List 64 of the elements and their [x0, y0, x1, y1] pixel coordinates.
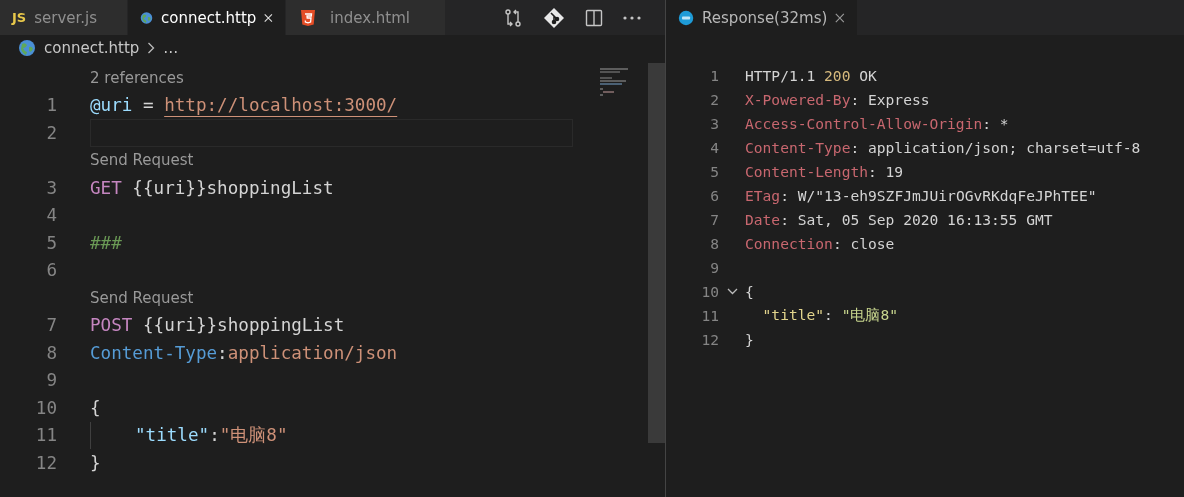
- close-icon[interactable]: [835, 11, 845, 24]
- scrollbar[interactable]: [648, 63, 665, 443]
- code-line: {: [90, 397, 101, 418]
- line-number: 9: [710, 258, 719, 276]
- file-type-label: JS: [12, 10, 27, 25]
- line-number: 10: [701, 282, 719, 300]
- chevron-right-icon: [147, 42, 156, 54]
- line-number: 1: [46, 95, 57, 116]
- code-line: "title":"电脑8": [135, 424, 288, 448]
- line-number: 2: [46, 122, 57, 143]
- line-number: 5: [46, 232, 57, 253]
- line-number: 7: [46, 315, 57, 336]
- breadcrumb-item[interactable]: …: [163, 39, 179, 57]
- line-number: 1: [710, 66, 719, 84]
- code-line: Date: Sat, 05 Sep 2020 16:13:55 GMT: [745, 210, 1053, 228]
- line-number: 12: [35, 452, 57, 473]
- codelens-link[interactable]: Send Request: [90, 288, 194, 307]
- git-icon[interactable]: [543, 6, 565, 29]
- globe-icon: [18, 39, 36, 57]
- code-line: {: [745, 282, 754, 300]
- code-line: GET {{uri}}shoppingList: [90, 177, 334, 198]
- line-number: 4: [46, 205, 57, 226]
- code-line: Content-Type: application/json; charset=utf-8: [745, 138, 1141, 156]
- line-number: 11: [701, 306, 719, 324]
- line-number: 3: [710, 114, 719, 132]
- more-icon[interactable]: [623, 15, 641, 20]
- response-tab[interactable]: Response(32ms): [666, 0, 858, 35]
- breadcrumb-item[interactable]: connect.http: [44, 39, 140, 57]
- line-number: 8: [46, 342, 57, 363]
- line-number: 9: [46, 370, 57, 391]
- code-line: @uri = http://localhost:3000/: [90, 95, 398, 116]
- compare-changes-icon[interactable]: [503, 7, 523, 28]
- code-line: POST {{uri}}shoppingList: [90, 315, 345, 336]
- code-line: }: [90, 452, 101, 473]
- code-line: Content-Type:application/json: [90, 342, 398, 363]
- split-editor-icon[interactable]: [585, 8, 603, 27]
- line-number: 12: [701, 330, 719, 348]
- line-number: 6: [46, 260, 57, 281]
- editor-tab[interactable]: JS server.js: [0, 0, 128, 35]
- code-line: ###: [90, 232, 122, 253]
- line-number: 2: [710, 90, 719, 108]
- line-number: 5: [710, 162, 719, 180]
- editor-tab[interactable]: index.html: [286, 0, 446, 35]
- line-number: 4: [710, 138, 719, 156]
- code-line: "title": "电脑8": [761, 305, 898, 325]
- close-icon[interactable]: [264, 11, 273, 24]
- code-line: Content-Length: 19: [745, 162, 904, 180]
- code-line: Connection: close: [745, 234, 895, 252]
- codelens-link[interactable]: Send Request: [90, 151, 194, 170]
- code-line: }: [745, 330, 754, 348]
- line-number: 10: [35, 397, 57, 418]
- code-line: Access-Control-Allow-Origin: *: [745, 114, 1009, 132]
- html5-icon: [300, 8, 316, 27]
- line-number: 3: [46, 177, 57, 198]
- code-line: ETag: W/"13-eh9SZFJmJUirOGvRKdqFeJPhTEE": [745, 186, 1097, 204]
- codelens-link[interactable]: 2 references: [90, 68, 184, 87]
- line-number: 6: [710, 186, 719, 204]
- line-number: 7: [710, 210, 719, 228]
- code-line: X-Powered-By: Express: [745, 90, 930, 108]
- chevron-down-icon[interactable]: [726, 287, 738, 295]
- editor-tab[interactable]: connect.http: [128, 0, 286, 35]
- code-line: HTTP/1.1 200 OK: [745, 66, 877, 84]
- line-number: 11: [35, 425, 57, 446]
- line-number: 8: [710, 234, 719, 252]
